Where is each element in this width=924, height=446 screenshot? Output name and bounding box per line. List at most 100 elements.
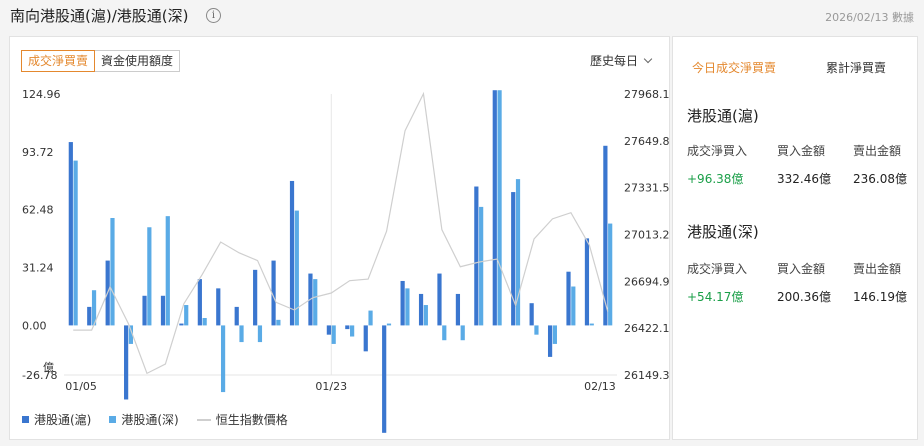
section-title-sz: 港股通(深) — [687, 223, 759, 241]
left-axis-tick-label: 93.72 — [22, 146, 54, 159]
bar-sz — [184, 305, 189, 326]
right-axis-tick-label: 26694.9 — [624, 275, 670, 288]
flow-chart: 124.9693.7262.4831.240.00-26.78億27968.12… — [22, 88, 670, 433]
value-net-buy: +96.38億 — [687, 172, 744, 186]
bar-sz — [239, 325, 244, 343]
today-panel: 今日成交淨買賣 累計淨買賣 港股通(滬) 成交淨買入 買入金額 賣出金額 +96… — [672, 36, 918, 440]
legend-label: 恒生指數價格 — [215, 413, 288, 427]
bar-sz — [220, 325, 226, 393]
value-sell: 146.19億 — [853, 290, 907, 304]
bar-sh — [584, 238, 590, 326]
x-axis-tick-label: 02/13 — [584, 380, 616, 393]
bar-sh — [234, 306, 239, 326]
value-sell: 236.08億 — [853, 172, 907, 186]
header-row-sz: 成交淨買入 買入金額 賣出金額 — [687, 260, 915, 277]
page-header: 南向港股通(滬)/港股通(深) i 2026/02/13 數據 — [0, 0, 924, 30]
bar-sz — [257, 325, 263, 343]
chart-legend: 港股通(滬) 港股通(深) 恒生指數價格 — [22, 411, 306, 428]
bar-sz — [552, 325, 557, 344]
bar-sz — [202, 318, 207, 326]
bar-sh — [547, 325, 553, 357]
bar-sz — [147, 227, 152, 326]
right-axis-tick-label: 27968.1 — [624, 88, 670, 101]
header-row-sh: 成交淨買入 買入金額 賣出金額 — [687, 142, 915, 159]
bar-sz — [589, 323, 594, 326]
bar-sz — [386, 323, 392, 326]
bar-sz — [276, 319, 281, 326]
left-axis-tick-label: 124.96 — [22, 88, 61, 101]
hsi-price-line — [73, 91, 609, 375]
right-axis-tick-label: 26422.1 — [624, 322, 670, 335]
x-axis-tick-label: 01/23 — [315, 380, 347, 393]
range-label: 歷史每日 — [589, 54, 638, 68]
value-row-sz: +54.17億 200.36億 146.19億 — [687, 288, 915, 305]
bar-sz — [110, 218, 115, 326]
bar-sh — [197, 279, 202, 326]
value-buy: 200.36億 — [777, 290, 831, 304]
legend-item-hsi[interactable]: 恒生指數價格 — [196, 411, 288, 428]
tab-net-buy-sell[interactable]: 成交淨買賣 — [21, 50, 96, 72]
bar-sh — [179, 323, 184, 326]
bar-sh — [216, 288, 221, 326]
label-net-buy: 成交淨買入 — [687, 262, 748, 276]
label-sell: 賣出金額 — [853, 144, 902, 158]
chevron-down-icon — [643, 54, 653, 64]
bar-sz — [405, 288, 410, 326]
label-buy: 買入金額 — [777, 262, 826, 276]
value-net-buy: +54.17億 — [687, 290, 744, 304]
left-axis-tick-label: 62.48 — [22, 204, 54, 217]
section-title-sh: 港股通(滬) — [687, 107, 759, 125]
bar-sz — [423, 305, 428, 326]
bar-sh — [437, 273, 442, 326]
legend-swatch — [196, 418, 211, 421]
left-axis-tick-label: 0.00 — [22, 319, 47, 332]
data-date: 2026/02/13 數據 — [825, 11, 914, 24]
bar-sh — [124, 325, 129, 400]
page-title: 南向港股通(滬)/港股通(深) — [10, 7, 189, 25]
right-axis-tick-label: 26149.3 — [624, 369, 670, 382]
value-buy: 332.46億 — [777, 172, 831, 186]
bar-sz — [571, 286, 576, 326]
legend-item-sz[interactable]: 港股通(深) — [109, 411, 179, 428]
range-dropdown[interactable]: 歷史每日 — [589, 52, 653, 69]
bar-sh — [289, 180, 295, 326]
legend-label: 港股通(滬) — [34, 413, 92, 427]
right-axis-tick-label: 27649.8 — [624, 135, 670, 148]
right-axis-tick-label: 27013.2 — [624, 229, 670, 242]
legend-label: 港股通(深) — [121, 413, 179, 427]
tab-quota-usage[interactable]: 資金使用額度 — [95, 50, 181, 72]
left-axis-tick-label: 31.24 — [22, 262, 54, 275]
bar-sz — [460, 325, 465, 341]
bar-sz — [331, 325, 336, 344]
bar-sh — [382, 325, 387, 433]
legend-item-sh[interactable]: 港股通(滬) — [22, 411, 91, 428]
bar-sh — [529, 303, 534, 326]
bar-sh — [160, 295, 166, 326]
bar-sz — [313, 279, 318, 326]
legend-swatch — [109, 416, 117, 423]
bar-sh — [68, 142, 73, 326]
tab-today-net[interactable]: 今日成交淨買賣 — [673, 59, 795, 76]
bar-sz — [479, 206, 484, 326]
summary-tabs: 今日成交淨買賣 累計淨買賣 — [673, 59, 917, 76]
bar-sh — [345, 325, 350, 330]
bar-sh — [363, 325, 368, 352]
bar-sz — [608, 223, 613, 326]
bar-sh — [474, 186, 479, 326]
bar-sh — [400, 280, 405, 326]
bar-sz — [73, 160, 78, 326]
value-row-sh: +96.38億 332.46億 236.08億 — [687, 170, 915, 187]
label-buy: 買入金額 — [777, 144, 826, 158]
unit-label: 億 — [43, 361, 54, 374]
x-axis-tick-label: 01/05 — [65, 380, 97, 393]
bar-sz — [350, 325, 355, 337]
chart-tabs: 成交淨買賣 資金使用額度 — [21, 50, 181, 72]
bar-sh — [566, 271, 571, 326]
info-icon[interactable]: i — [206, 8, 221, 23]
bar-sh — [253, 269, 258, 326]
bar-sh — [418, 293, 424, 326]
chart-panel: 124.96 93.72 62.48 31.24 0.00 -26.78 億 27968.1 2… — [9, 36, 670, 440]
bar-sz — [497, 90, 502, 326]
bar-sh — [326, 325, 331, 335]
tab-cumulative-net[interactable]: 累計淨買賣 — [795, 59, 917, 76]
